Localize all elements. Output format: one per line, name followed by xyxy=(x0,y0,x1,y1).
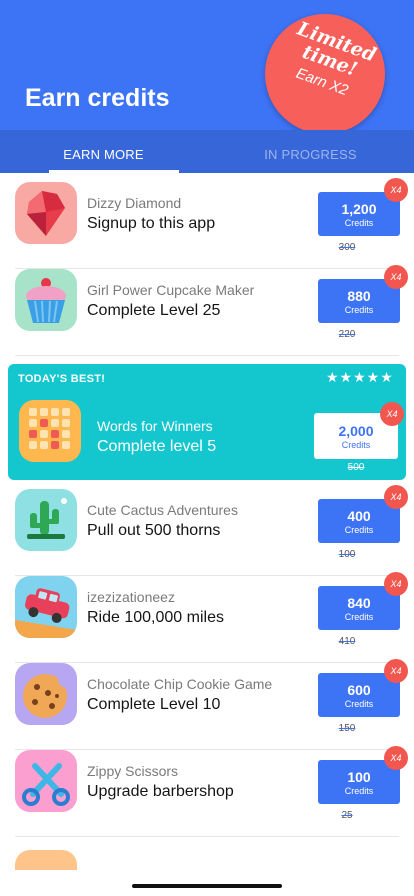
multiplier-badge: X4 xyxy=(380,402,404,426)
active-tab-indicator xyxy=(49,170,179,173)
offer-task: Signup to this app xyxy=(87,215,216,232)
word-grid-icon xyxy=(19,400,81,462)
tab-in-progress[interactable]: IN PROGRESS xyxy=(207,130,414,173)
page-title: Earn credits xyxy=(25,84,170,112)
offer-task: Complete level 5 xyxy=(97,438,217,455)
offer-task: Upgrade barbershop xyxy=(87,783,234,800)
credits-value: 840 xyxy=(347,595,371,611)
credits-value: 600 xyxy=(347,682,371,698)
divider xyxy=(15,836,399,837)
offer-row[interactable]: izezizationeez Ride 100,000 miles 840 Cr… xyxy=(0,572,414,663)
original-credits: 150 xyxy=(338,723,356,734)
credits-label: Credits xyxy=(344,305,374,315)
original-credits: 410 xyxy=(338,636,356,647)
multiplier-badge: X4 xyxy=(384,265,408,289)
tab-earn-more[interactable]: EARN MORE xyxy=(0,130,207,173)
app-name: Zippy Scissors xyxy=(87,763,179,779)
multiplier-badge: X4 xyxy=(384,485,408,509)
app-name: Girl Power Cupcake Maker xyxy=(87,282,255,298)
multiplier-badge: X4 xyxy=(384,178,408,202)
offer-task: Ride 100,000 miles xyxy=(87,609,224,626)
featured-offer-card[interactable]: TODAY'S BEST! ★★★★★ Words for Winners Co… xyxy=(8,364,406,480)
credits-label: Credits xyxy=(344,786,374,796)
multiplier-badge: X4 xyxy=(384,659,408,683)
original-credits: 100 xyxy=(338,549,356,560)
header: Earn credits Limited time! Earn X2 xyxy=(0,0,414,130)
credits-label: Credits xyxy=(344,525,374,535)
cactus-icon xyxy=(15,489,77,551)
next-offer-icon-peek xyxy=(15,850,77,870)
original-credits: 220 xyxy=(338,329,356,340)
offer-row[interactable]: Girl Power Cupcake Maker Complete Level … xyxy=(0,265,414,356)
offer-row[interactable]: Cute Cactus Adventures Pull out 500 thor… xyxy=(0,485,414,576)
car-icon xyxy=(15,576,77,638)
offer-row[interactable]: Zippy Scissors Upgrade barbershop 100 Cr… xyxy=(0,746,414,837)
cupcake-icon xyxy=(15,269,77,331)
app-name: Words for Winners xyxy=(97,418,213,434)
credits-value: 100 xyxy=(347,769,371,785)
offer-row[interactable]: Dizzy Diamond Signup to this app 1,200 C… xyxy=(0,178,414,269)
app-name: izezizationeez xyxy=(87,589,175,605)
featured-label: TODAY'S BEST! xyxy=(18,373,106,385)
cookie-icon xyxy=(15,663,77,725)
app-name: Chocolate Chip Cookie Game xyxy=(87,676,273,692)
original-credits: 25 xyxy=(341,810,353,821)
offer-task: Pull out 500 thorns xyxy=(87,522,221,539)
credits-label: Credits xyxy=(344,612,374,622)
credits-label: Credits xyxy=(344,218,374,228)
home-indicator[interactable] xyxy=(132,884,282,888)
credits-value: 880 xyxy=(347,288,371,304)
app-name: Dizzy Diamond xyxy=(87,195,182,211)
multiplier-badge: X4 xyxy=(384,746,408,770)
rating-stars-icon: ★★★★★ xyxy=(326,369,394,385)
credits-label: Credits xyxy=(341,440,371,450)
scissors-icon xyxy=(15,750,77,812)
original-credits: 500 xyxy=(347,462,365,473)
offer-task: Complete Level 10 xyxy=(87,696,221,713)
credits-value: 400 xyxy=(347,508,371,524)
divider xyxy=(15,355,399,356)
app-name: Cute Cactus Adventures xyxy=(87,502,238,518)
original-credits: 300 xyxy=(338,242,356,253)
multiplier-badge: X4 xyxy=(384,572,408,596)
offer-row[interactable]: Chocolate Chip Cookie Game Complete Leve… xyxy=(0,659,414,750)
credits-value: 2,000 xyxy=(338,423,374,439)
credits-value: 1,200 xyxy=(341,201,377,217)
tab-bar: EARN MORE IN PROGRESS xyxy=(0,130,414,173)
limited-time-promo-badge[interactable]: Limited time! Earn X2 xyxy=(265,14,385,130)
offer-task: Complete Level 25 xyxy=(87,302,221,319)
diamond-icon xyxy=(15,182,77,244)
credits-label: Credits xyxy=(344,699,374,709)
